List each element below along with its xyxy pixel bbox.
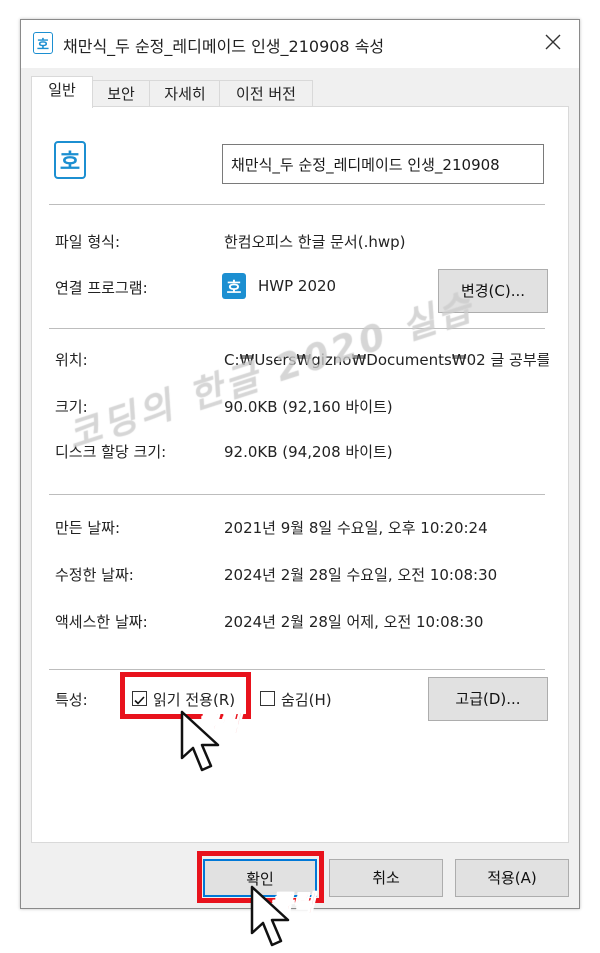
location-label: 위치: <box>55 351 88 369</box>
mouse-cursor-icon <box>250 885 290 947</box>
modified-label: 수정한 날짜: <box>55 566 134 584</box>
hidden-label[interactable]: 숨김(H) <box>281 689 332 710</box>
hwp-icon-letter: 호 <box>226 278 242 297</box>
created-value: 2021년 9월 8일 수요일, 오후 10:20:24 <box>224 519 488 537</box>
divider <box>49 204 545 205</box>
file-type-value: 한컴오피스 한글 문서(.hwp) <box>224 233 406 251</box>
tab-general[interactable]: 일반 <box>31 76 93 108</box>
apply-button[interactable]: 적용(A) <box>455 859 569 897</box>
hwp-document-icon: 호 <box>54 141 86 179</box>
divider <box>49 494 545 495</box>
close-icon[interactable] <box>541 30 565 54</box>
hwp-document-icon: 호 <box>33 32 53 54</box>
modified-value: 2024년 2월 28일 수요일, 오전 10:08:30 <box>224 566 498 584</box>
general-panel: 호 채만식_두 순정_레디메이드 인생_210908 파일 형식: 한컴오피스 … <box>31 106 569 843</box>
file-type-label: 파일 형식: <box>55 233 121 251</box>
divider <box>49 669 545 670</box>
opens-with-value: HWP 2020 <box>258 277 337 295</box>
opens-with-label: 연결 프로그램: <box>55 279 148 297</box>
size-on-disk-value: 92.0KB (94,208 바이트) <box>224 443 393 461</box>
hwp-app-icon: 호 <box>222 273 246 299</box>
hwp-icon-letter: 호 <box>37 37 49 53</box>
mouse-cursor-icon <box>180 710 220 772</box>
cancel-button[interactable]: 취소 <box>329 859 443 897</box>
accessed-label: 액세스한 날짜: <box>55 613 148 631</box>
properties-dialog: 호 채만식_두 순정_레디메이드 인생_210908 속성 일반 보안 자세히 … <box>20 19 580 909</box>
advanced-button[interactable]: 고급(D)... <box>428 677 548 721</box>
hwp-icon-letter: 호 <box>59 150 81 175</box>
tab-details[interactable]: 자세히 <box>149 80 221 107</box>
title-bar: 호 채만식_두 순정_레디메이드 인생_210908 속성 <box>21 20 579 68</box>
tab-previous-versions[interactable]: 이전 버전 <box>219 80 313 107</box>
created-label: 만든 날짜: <box>55 519 121 537</box>
window-title: 채만식_두 순정_레디메이드 인생_210908 속성 <box>63 37 385 56</box>
attributes-label: 특성: <box>55 691 88 709</box>
hidden-checkbox[interactable] <box>260 691 275 706</box>
filename-field[interactable]: 채만식_두 순정_레디메이드 인생_210908 <box>222 144 544 184</box>
tab-security[interactable]: 보안 <box>91 80 151 107</box>
accessed-value: 2024년 2월 28일 어제, 오전 10:08:30 <box>224 613 484 631</box>
